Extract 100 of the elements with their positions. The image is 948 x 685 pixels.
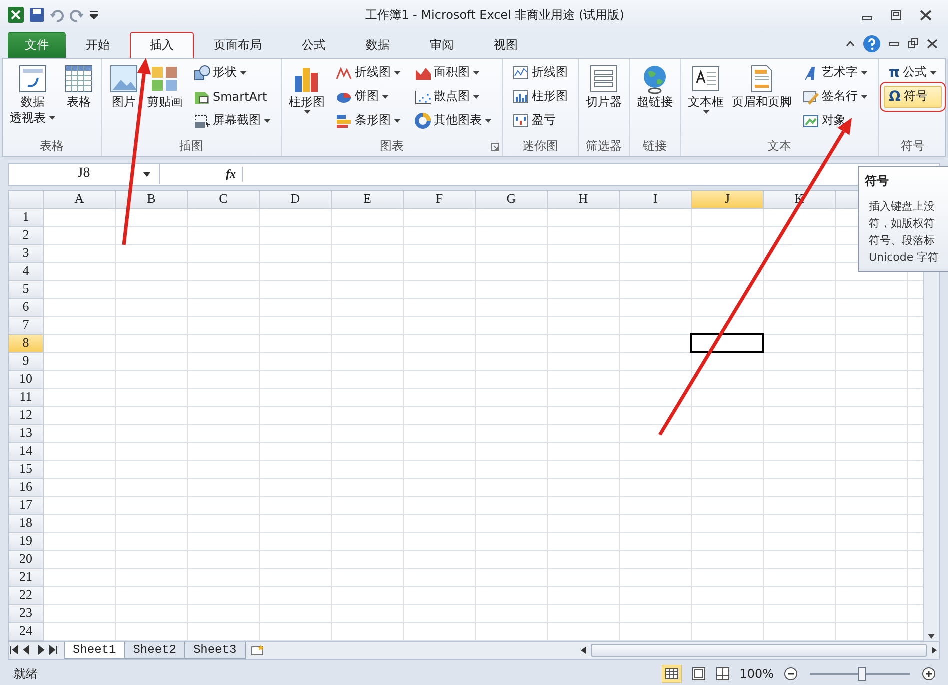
- row-header[interactable]: 8: [9, 334, 44, 353]
- file-menu-tab[interactable]: 文件: [8, 32, 66, 58]
- ribbon-button[interactable]: 文本框: [686, 62, 726, 138]
- name-box[interactable]: J8: [9, 164, 160, 184]
- help-icon[interactable]: [863, 34, 881, 53]
- ribbon-button[interactable]: 柱形图: [287, 62, 327, 138]
- ribbon-button[interactable]: 剪贴画: [145, 62, 185, 138]
- ribbon-button[interactable]: 散点图: [410, 86, 497, 108]
- row-header[interactable]: 19: [9, 532, 44, 551]
- dialog-launcher-icon[interactable]: [491, 142, 499, 151]
- ribbon-button[interactable]: 艺术字: [798, 62, 873, 84]
- ribbon-tab[interactable]: 审阅: [410, 32, 474, 58]
- ribbon-button[interactable]: 形状: [189, 62, 276, 84]
- sheet-tab[interactable]: Sheet2: [124, 642, 186, 659]
- ribbon-tab[interactable]: 页面布局: [194, 32, 282, 58]
- insert-function-button[interactable]: fx: [160, 166, 243, 182]
- ribbon-button[interactable]: 屏幕截图: [189, 110, 276, 132]
- column-header[interactable]: G: [476, 190, 548, 209]
- column-header[interactable]: I: [620, 190, 692, 209]
- scroll-left-icon[interactable]: [579, 646, 587, 655]
- ribbon-button[interactable]: 图片: [107, 62, 141, 138]
- ribbon-button[interactable]: 签名行: [798, 86, 873, 108]
- close-icon[interactable]: [920, 10, 932, 21]
- scroll-right-icon[interactable]: [931, 646, 939, 655]
- row-header[interactable]: 5: [9, 280, 44, 299]
- ribbon-button[interactable]: 其他图表: [410, 110, 497, 132]
- row-header[interactable]: 14: [9, 442, 44, 461]
- zoom-in-icon[interactable]: [922, 667, 936, 682]
- ribbon-tab[interactable]: 视图: [474, 32, 538, 58]
- row-header[interactable]: 16: [9, 478, 44, 497]
- caret-icon: [473, 94, 480, 99]
- ribbon-button[interactable]: 面积图: [410, 62, 497, 84]
- collapse-ribbon-icon[interactable]: [846, 40, 855, 48]
- column-header[interactable]: A: [44, 190, 116, 209]
- column-header[interactable]: E: [332, 190, 404, 209]
- ribbon-button[interactable]: 盈亏: [508, 110, 573, 132]
- spreadsheet-app-icon[interactable]: [8, 7, 24, 24]
- column-header[interactable]: H: [548, 190, 620, 209]
- ribbon-button[interactable]: 折线图: [508, 62, 573, 84]
- ribbon-button[interactable]: 折线图: [331, 62, 406, 84]
- row-header[interactable]: 11: [9, 388, 44, 407]
- column-header[interactable]: D: [260, 190, 332, 209]
- ribbon-button[interactable]: 条形图: [331, 110, 406, 132]
- row-header[interactable]: 1: [9, 208, 44, 227]
- ribbon-button[interactable]: 切片器: [584, 62, 624, 138]
- scroll-down-icon[interactable]: [927, 632, 936, 641]
- column-header[interactable]: B: [116, 190, 188, 209]
- ribbon-button[interactable]: π 公式: [884, 62, 942, 84]
- ribbon-tab[interactable]: 插入: [130, 32, 194, 58]
- restore-icon[interactable]: [908, 38, 919, 50]
- ribbon-button[interactable]: 饼图: [331, 86, 406, 108]
- screenshot-icon: [194, 112, 210, 129]
- row-header[interactable]: 15: [9, 460, 44, 479]
- normal-view-icon[interactable]: [662, 665, 682, 684]
- save-icon[interactable]: [30, 8, 44, 22]
- column-header[interactable]: C: [188, 190, 260, 209]
- row-header[interactable]: 6: [9, 298, 44, 317]
- ribbon-button[interactable]: 柱形图: [508, 86, 573, 108]
- selected-cell[interactable]: [690, 332, 764, 353]
- ribbon-button[interactable]: 超链接: [635, 62, 675, 138]
- sheet-tab[interactable]: Sheet1: [64, 642, 126, 659]
- row-header[interactable]: 13: [9, 424, 44, 443]
- caret-icon: [861, 70, 868, 75]
- maximize-icon[interactable]: [891, 10, 902, 21]
- insert-sheet-icon[interactable]: [250, 644, 266, 656]
- row-header[interactable]: 23: [9, 604, 44, 623]
- ribbon-button[interactable]: 页眉和页脚: [730, 62, 794, 138]
- ribbon-button[interactable]: 数据 透视表: [8, 62, 58, 138]
- column-header[interactable]: J: [692, 190, 764, 209]
- row-header[interactable]: 21: [9, 568, 44, 587]
- ribbon-tab[interactable]: 开始: [66, 32, 130, 58]
- row-header[interactable]: 22: [9, 586, 44, 605]
- page-layout-view-icon[interactable]: [692, 667, 706, 682]
- row-header[interactable]: 18: [9, 514, 44, 533]
- ribbon-button[interactable]: 对象: [798, 110, 873, 132]
- undo-icon[interactable]: [50, 8, 64, 22]
- ribbon-tab[interactable]: 公式: [282, 32, 346, 58]
- row-header[interactable]: 3: [9, 244, 44, 263]
- row-header[interactable]: 20: [9, 550, 44, 569]
- column-header[interactable]: F: [404, 190, 476, 209]
- row-header[interactable]: 9: [9, 352, 44, 371]
- sparkline-icon: [513, 64, 529, 81]
- zoom-slider-thumb[interactable]: [858, 667, 866, 682]
- zoom-out-icon[interactable]: [784, 667, 798, 682]
- ribbon-button[interactable]: 表格: [62, 62, 96, 138]
- row-header[interactable]: 7: [9, 316, 44, 335]
- ribbon-button[interactable]: SmartArt: [189, 86, 276, 108]
- row-header[interactable]: 10: [9, 370, 44, 389]
- zoom-percentage[interactable]: 100%: [740, 667, 774, 682]
- row-header[interactable]: 12: [9, 406, 44, 425]
- row-header[interactable]: 17: [9, 496, 44, 515]
- page-break-view-icon[interactable]: [716, 667, 730, 682]
- row-header[interactable]: 24: [9, 622, 44, 641]
- row-header[interactable]: 4: [9, 262, 44, 281]
- customize-toolbar-icon[interactable]: [90, 11, 98, 20]
- row-header[interactable]: 2: [9, 226, 44, 245]
- sheet-tab[interactable]: Sheet3: [184, 642, 246, 659]
- ribbon-tab[interactable]: 数据: [346, 32, 410, 58]
- redo-icon[interactable]: [70, 8, 84, 22]
- close-icon[interactable]: [927, 38, 938, 49]
